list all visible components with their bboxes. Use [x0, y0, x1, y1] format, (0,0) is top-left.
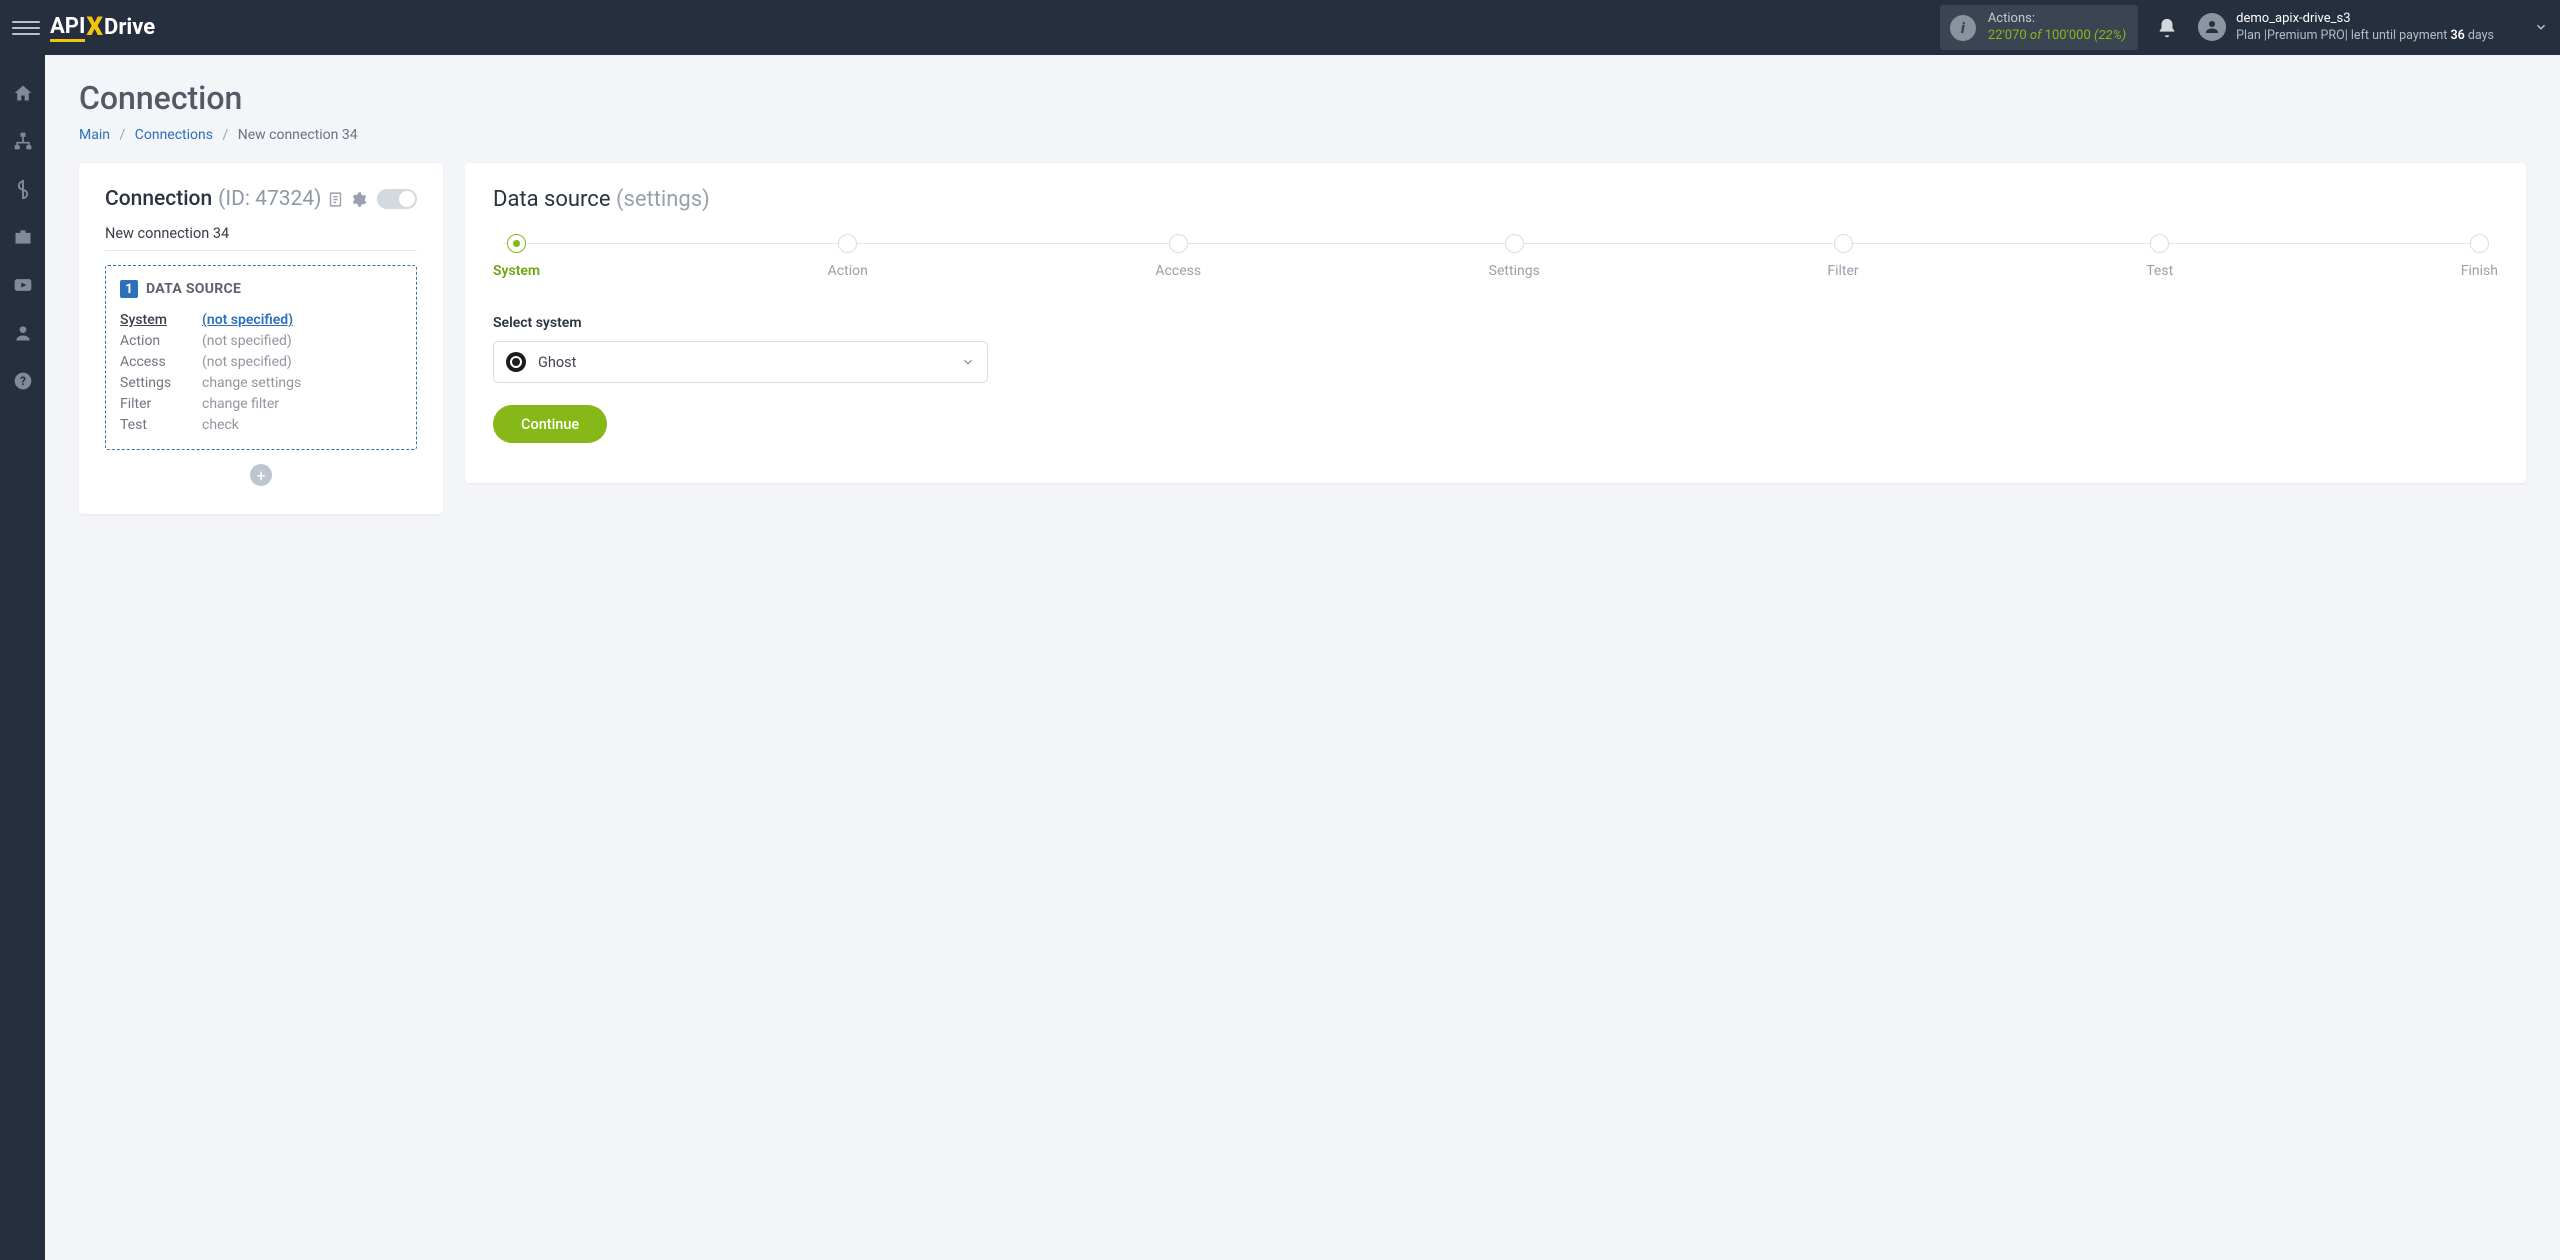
breadcrumb-current: New connection 34 — [238, 127, 358, 143]
step-label: Settings — [1489, 263, 1540, 279]
main-content: Connection Main / Connections / New conn… — [45, 55, 2560, 1260]
step-label: Finish — [2461, 263, 2498, 279]
step-action[interactable]: Action — [828, 234, 868, 279]
step-filter[interactable]: Filter — [1827, 234, 1858, 279]
ds-row-key: Action — [120, 333, 202, 349]
continue-button[interactable]: Continue — [493, 405, 607, 443]
ds-row-key: Filter — [120, 396, 202, 412]
step-label: Action — [828, 263, 868, 279]
step-dot — [1169, 234, 1188, 253]
ds-row-value: change filter — [202, 396, 402, 412]
step-badge: 1 — [120, 280, 138, 298]
step-label: Access — [1155, 263, 1201, 279]
page-title: Connection — [79, 79, 2526, 117]
sitemap-icon[interactable] — [13, 131, 33, 151]
ds-row-key: Test — [120, 417, 202, 433]
breadcrumb: Main / Connections / New connection 34 — [79, 127, 2526, 143]
step-access[interactable]: Access — [1155, 234, 1201, 279]
connection-name: New connection 34 — [105, 225, 417, 251]
breadcrumb-connections[interactable]: Connections — [135, 127, 213, 143]
step-dot — [2150, 234, 2169, 253]
actions-label: Actions: — [1988, 11, 2126, 28]
ds-row-value: change settings — [202, 375, 402, 391]
info-icon: i — [1950, 15, 1976, 41]
logo[interactable]: APIXDrive — [50, 13, 155, 43]
avatar-icon — [2198, 13, 2226, 41]
gear-icon[interactable] — [350, 191, 367, 208]
ds-row-value: (not specified) — [202, 354, 402, 370]
step-settings[interactable]: Settings — [1489, 234, 1540, 279]
hamburger-icon[interactable] — [12, 14, 40, 42]
data-source-label: DATA SOURCE — [146, 281, 241, 297]
document-icon[interactable] — [327, 191, 344, 208]
username: demo_apix-drive_s3 — [2236, 10, 2494, 28]
connection-title: Connection — [105, 187, 212, 211]
ghost-icon — [506, 352, 526, 372]
ds-row-key: Access — [120, 354, 202, 370]
sidebar: ? — [0, 55, 45, 1260]
chevron-down-icon — [2534, 20, 2548, 34]
ds-row-value: check — [202, 417, 402, 433]
step-dot — [838, 234, 857, 253]
connection-summary-card: Connection (ID: 47324) New connection 34… — [79, 163, 443, 514]
briefcase-icon[interactable] — [13, 227, 33, 247]
user-menu[interactable]: demo_apix-drive_s3 Plan |Premium PRO| le… — [2198, 10, 2548, 44]
data-source-box: 1 DATA SOURCE System(not specified)Actio… — [105, 265, 417, 450]
svg-text:?: ? — [20, 374, 26, 388]
step-label: System — [493, 263, 540, 279]
plan-info: Plan |Premium PRO| left until payment 36… — [2236, 28, 2494, 45]
youtube-icon[interactable] — [13, 275, 33, 295]
step-system[interactable]: System — [493, 234, 540, 279]
data-source-settings-card: Data source (settings) System Action Acces… — [465, 163, 2526, 483]
ds-row-key: System — [120, 312, 202, 328]
step-dot — [1505, 234, 1524, 253]
step-dot — [507, 234, 526, 253]
dollar-icon[interactable] — [13, 179, 33, 199]
wizard-stepper: System Action Access Settings Filter Test Fini… — [493, 234, 2498, 279]
panel-title: Data source (settings) — [493, 187, 2498, 212]
selected-system: Ghost — [538, 354, 576, 371]
logo-drive: Drive — [104, 15, 155, 40]
step-dot — [1834, 234, 1853, 253]
step-dot — [2470, 234, 2489, 253]
top-header: APIXDrive i Actions: 22'070 of 100'000 (… — [0, 0, 2560, 55]
connection-id: (ID: 47324) — [218, 187, 321, 211]
logo-x: X — [86, 12, 103, 42]
actions-counter[interactable]: i Actions: 22'070 of 100'000 (22%) — [1940, 5, 2138, 51]
ds-row-value[interactable]: (not specified) — [202, 312, 402, 328]
add-destination-button[interactable]: + — [250, 464, 272, 486]
ds-row-key: Settings — [120, 375, 202, 391]
ds-row-value: (not specified) — [202, 333, 402, 349]
breadcrumb-main[interactable]: Main — [79, 127, 110, 143]
enable-toggle[interactable] — [377, 189, 417, 209]
step-label: Test — [2146, 263, 2173, 279]
logo-api: API — [50, 14, 85, 42]
help-icon[interactable]: ? — [13, 371, 33, 391]
step-finish[interactable]: Finish — [2461, 234, 2498, 279]
system-select[interactable]: Ghost — [493, 341, 988, 383]
user-icon[interactable] — [13, 323, 33, 343]
bell-icon[interactable] — [2156, 17, 2178, 39]
step-test[interactable]: Test — [2146, 234, 2173, 279]
select-system-label: Select system — [493, 315, 2498, 331]
home-icon[interactable] — [13, 83, 33, 103]
chevron-down-icon — [961, 355, 975, 369]
step-label: Filter — [1827, 263, 1858, 279]
